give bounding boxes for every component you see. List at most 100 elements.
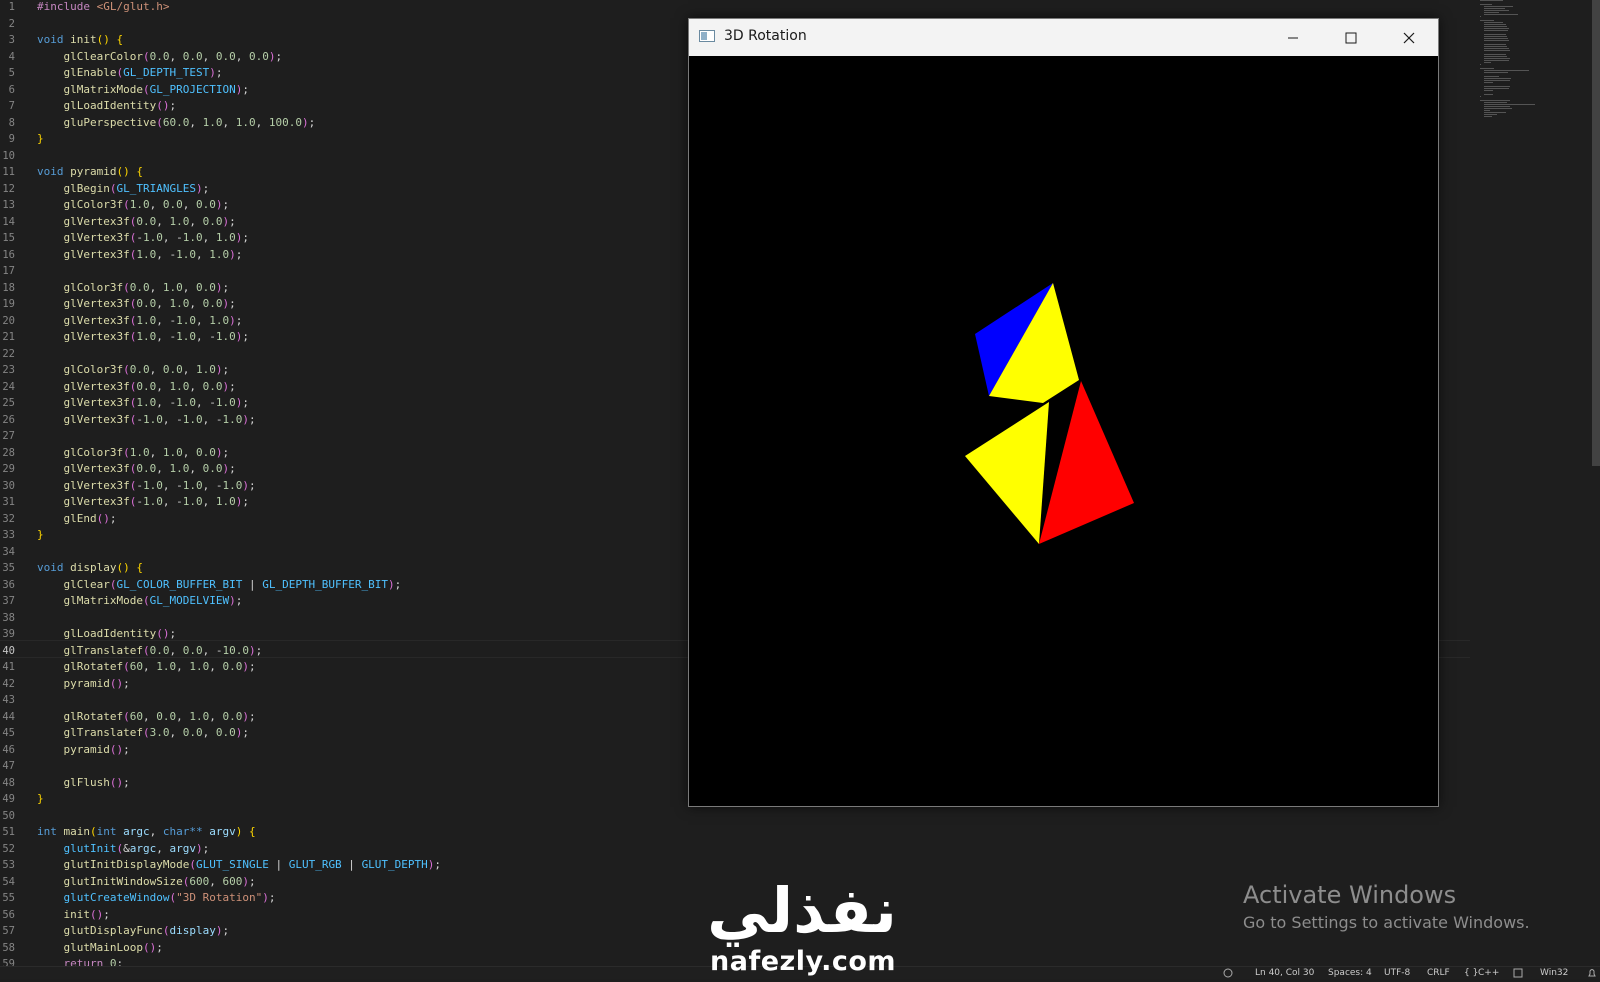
code-text[interactable]: glClear(GL_COLOR_BUFFER_BIT | GL_DEPTH_B… [37, 577, 402, 594]
notifications-bell-icon[interactable] [1587, 968, 1597, 982]
code-text[interactable]: glTranslatef(0.0, 0.0, -10.0); [37, 643, 263, 660]
code-text[interactable]: glVertex3f(1.0, -1.0, -1.0); [37, 395, 249, 412]
code-text[interactable]: glutInitWindowSize(600, 600); [37, 874, 256, 891]
minimap-line [1483, 72, 1508, 73]
status-encoding[interactable]: UTF-8 [1384, 967, 1410, 979]
code-text[interactable]: glTranslatef(3.0, 0.0, 0.0); [37, 725, 249, 742]
code-text[interactable]: void display() { [37, 560, 143, 577]
code-text[interactable]: init(); [37, 907, 110, 924]
code-text[interactable]: glMatrixMode(GL_PROJECTION); [37, 82, 249, 99]
line-number: 33 [2, 529, 15, 541]
code-text[interactable]: glVertex3f(-1.0, -1.0, 1.0); [37, 494, 249, 511]
code-text[interactable]: glEnable(GL_DEPTH_TEST); [37, 65, 223, 82]
code-text[interactable]: glColor3f(1.0, 0.0, 0.0); [37, 197, 230, 214]
code-text[interactable]: glVertex3f(1.0, -1.0, 1.0); [37, 247, 243, 264]
activate-windows-watermark: Activate Windows Go to Settings to activ… [1243, 880, 1530, 934]
line-number: 18 [2, 281, 15, 294]
line-number: 54 [2, 875, 15, 888]
minimap-line [1483, 70, 1530, 71]
code-text[interactable]: } [37, 791, 44, 808]
code-text[interactable]: glRotatef(60, 1.0, 1.0, 0.0); [37, 659, 256, 676]
status-config-icon[interactable] [1513, 968, 1523, 982]
code-text[interactable]: glLoadIdentity(); [37, 98, 177, 115]
code-text[interactable]: void init() { [37, 32, 123, 49]
line-number: 57 [2, 925, 15, 937]
code-text[interactable]: glFlush(); [37, 775, 130, 792]
vertical-scrollbar[interactable] [1592, 0, 1600, 466]
line-number: 31 [2, 496, 15, 508]
line-number: 58 [2, 941, 15, 954]
minimap-line [1483, 78, 1511, 79]
minimap-line [1483, 108, 1513, 109]
code-text[interactable]: int main(int argc, char** argv) { [37, 824, 256, 841]
code-text[interactable]: pyramid(); [37, 676, 130, 693]
status-eol[interactable]: CRLF [1427, 967, 1450, 979]
code-text[interactable]: glutMainLoop(); [37, 940, 163, 957]
code-text[interactable]: } [37, 527, 44, 544]
maximize-button[interactable] [1322, 19, 1380, 56]
minimap-line [1483, 60, 1509, 61]
window-titlebar[interactable]: 3D Rotation [689, 19, 1438, 56]
code-text[interactable]: glRotatef(60, 0.0, 1.0, 0.0); [37, 709, 256, 726]
status-indentation[interactable]: Spaces: 4 [1328, 967, 1372, 979]
code-text[interactable]: glColor3f(1.0, 1.0, 0.0); [37, 445, 230, 462]
code-text[interactable]: glVertex3f(0.0, 1.0, 0.0); [37, 379, 236, 396]
opengl-canvas[interactable] [689, 56, 1438, 806]
line-number: 46 [2, 743, 15, 756]
close-button[interactable] [1380, 19, 1438, 56]
code-text[interactable]: glVertex3f(-1.0, -1.0, 1.0); [37, 230, 249, 247]
minimap-line [1483, 82, 1493, 83]
code-text[interactable]: glVertex3f(-1.0, -1.0, -1.0); [37, 478, 256, 495]
code-line[interactable]: 51 int main(int argc, char** argv) { [0, 824, 1470, 841]
code-text[interactable]: glClearColor(0.0, 0.0, 0.0, 0.0); [37, 49, 283, 66]
minimap-line [1483, 94, 1493, 95]
code-text[interactable]: pyramid(); [37, 742, 130, 759]
line-number: 28 [2, 446, 15, 459]
code-text[interactable]: glutCreateWindow("3D Rotation"); [37, 890, 276, 907]
minimap-line [1483, 56, 1507, 57]
code-text[interactable]: glVertex3f(0.0, 1.0, 0.0); [37, 296, 236, 313]
minimap-line [1483, 110, 1490, 111]
line-number: 20 [2, 314, 15, 327]
logo-url: nafezly.com [710, 946, 897, 977]
code-text[interactable]: glColor3f(0.0, 1.0, 0.0); [37, 280, 230, 297]
status-platform[interactable]: Win32 [1540, 967, 1568, 979]
code-line[interactable]: 52 glutInit(&argc, argv); [0, 841, 1470, 858]
code-text[interactable]: gluPerspective(60.0, 1.0, 1.0, 100.0); [37, 115, 316, 132]
code-text[interactable]: } [37, 131, 44, 148]
code-text[interactable]: glColor3f(0.0, 0.0, 1.0); [37, 362, 230, 379]
line-number: 5 [8, 67, 15, 79]
window-title: 3D Rotation [724, 28, 807, 44]
code-text[interactable]: glVertex3f(0.0, 1.0, 0.0); [37, 461, 236, 478]
code-text[interactable]: glBegin(GL_TRIANGLES); [37, 181, 210, 198]
code-text[interactable]: void pyramid() { [37, 164, 143, 181]
status-language[interactable]: C++ [1478, 967, 1499, 979]
code-text[interactable]: glutInitDisplayMode(GLUT_SINGLE | GLUT_R… [37, 857, 442, 874]
line-number: 26 [2, 413, 15, 426]
line-number: 24 [2, 380, 15, 393]
code-line[interactable]: 1 #include <GL/glut.h> [0, 0, 1470, 16]
minimap-line [1480, 100, 1510, 101]
code-text[interactable]: glutInit(&argc, argv); [37, 841, 210, 858]
code-text[interactable]: glLoadIdentity(); [37, 626, 177, 643]
code-text[interactable]: glVertex3f(-1.0, -1.0, -1.0); [37, 412, 256, 429]
minimize-button[interactable] [1264, 19, 1322, 56]
status-cursor-position[interactable]: Ln 40, Col 30 [1255, 967, 1314, 979]
minimap-line [1480, 4, 1492, 5]
minimap-line [1480, 20, 1495, 21]
minimap-line [1483, 24, 1507, 25]
code-text[interactable]: glVertex3f(0.0, 1.0, 0.0); [37, 214, 236, 231]
code-text[interactable]: #include <GL/glut.h> [37, 0, 169, 16]
code-text[interactable]: glVertex3f(1.0, -1.0, 1.0); [37, 313, 243, 330]
code-line[interactable]: 50 [0, 808, 1470, 825]
code-text[interactable]: glMatrixMode(GL_MODELVIEW); [37, 593, 243, 610]
minimap-line [1483, 104, 1535, 105]
status-remote-icon[interactable] [1222, 968, 1234, 982]
minimap[interactable] [1480, 0, 1570, 130]
code-text[interactable]: glEnd(); [37, 511, 117, 528]
code-text[interactable]: glutDisplayFunc(display); [37, 923, 230, 940]
line-number: 45 [2, 727, 15, 739]
line-number: 19 [2, 298, 15, 310]
code-text[interactable]: glVertex3f(1.0, -1.0, -1.0); [37, 329, 249, 346]
glut-window[interactable]: 3D Rotation [688, 18, 1439, 807]
